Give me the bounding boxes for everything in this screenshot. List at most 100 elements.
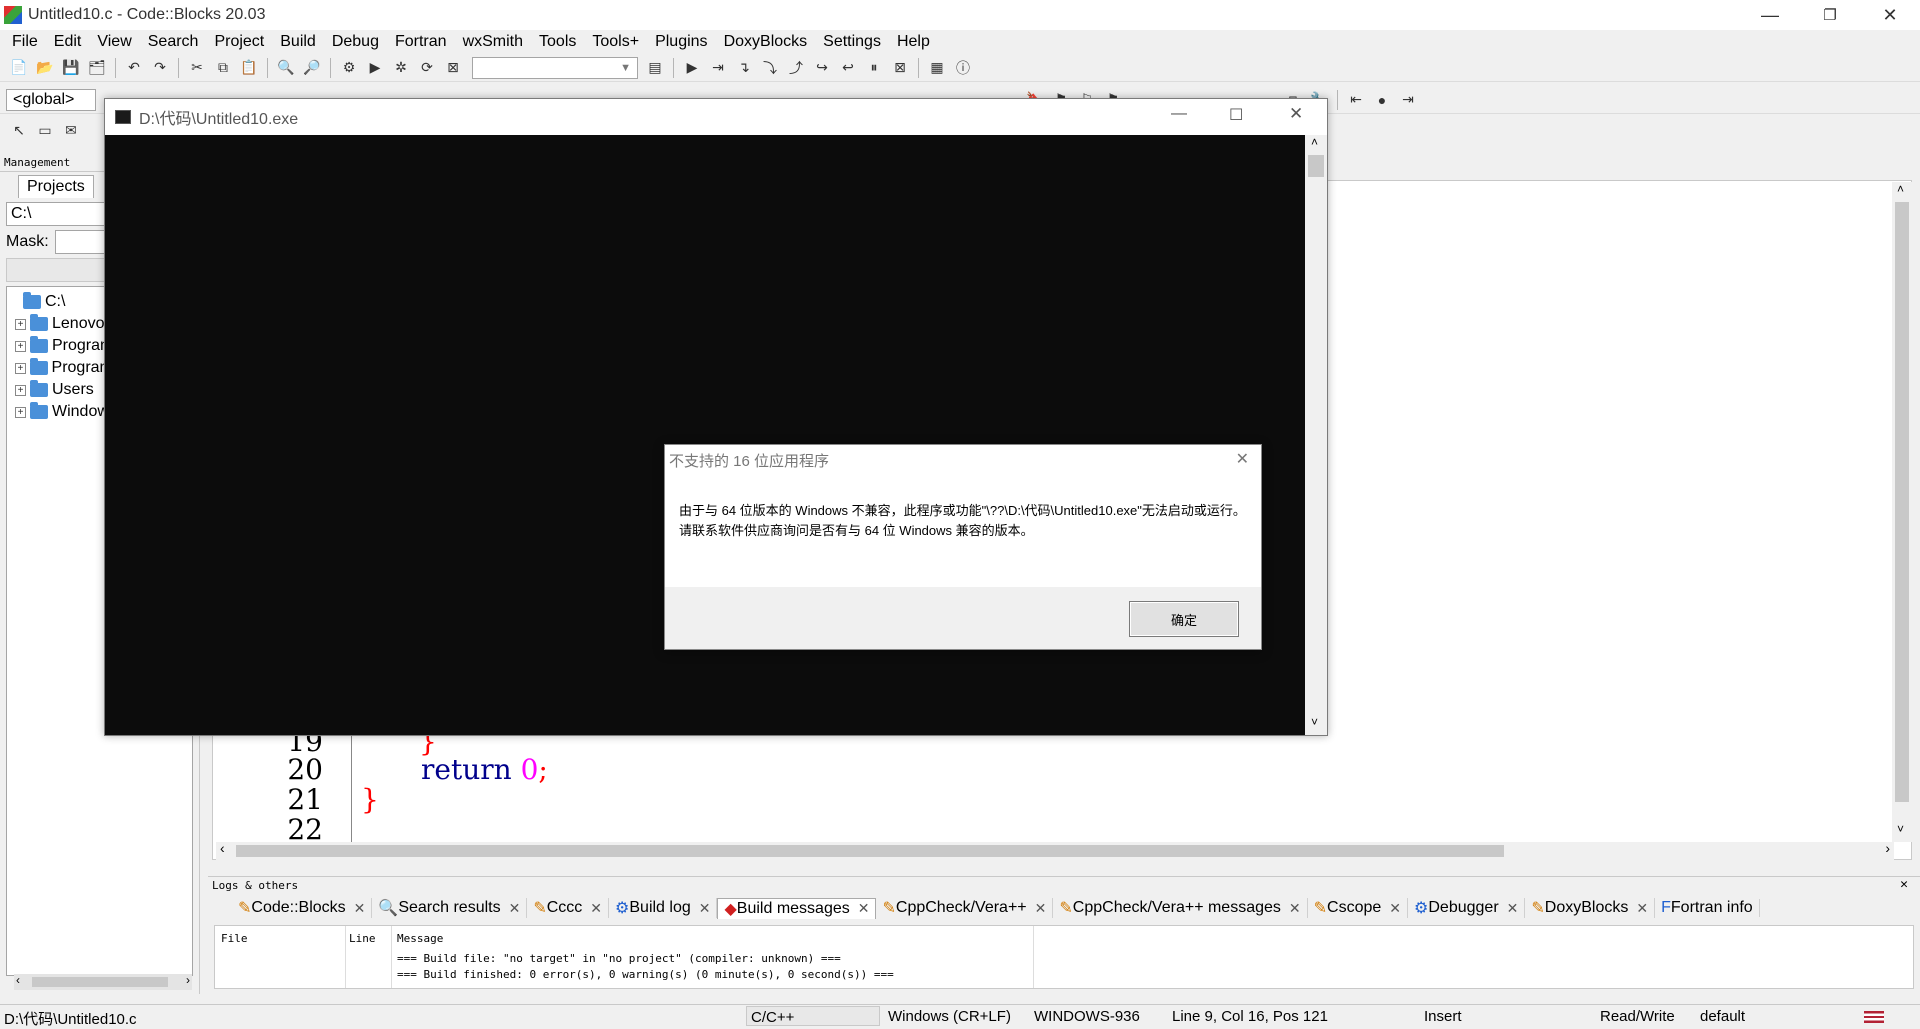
next-instruction-icon[interactable]: ↪ <box>811 57 833 79</box>
menu-view[interactable]: View <box>89 33 139 51</box>
expand-icon[interactable]: + <box>15 406 26 418</box>
console-maximize-button[interactable]: ☐ <box>1229 105 1243 125</box>
close-tab-icon[interactable]: ✕ <box>1507 900 1519 917</box>
logs-close-icon[interactable]: ✕ <box>1900 877 1908 892</box>
open-file-icon[interactable]: 📂 <box>34 57 56 79</box>
scroll-right-icon[interactable]: › <box>1885 840 1890 856</box>
envelope-icon[interactable]: ✉ <box>60 119 82 141</box>
tab-projects[interactable]: Projects <box>18 175 94 198</box>
run-icon[interactable]: ▶ <box>364 57 386 79</box>
build-message-row[interactable]: === Build finished: 0 error(s), 0 warnin… <box>397 968 894 981</box>
close-tab-icon[interactable]: ✕ <box>1389 900 1401 917</box>
scroll-down-icon[interactable]: ˅ <box>1311 715 1318 729</box>
tab-search-results[interactable]: 🔍 Search results ✕ <box>372 898 528 918</box>
scroll-up-icon[interactable]: ˄ <box>1897 182 1904 196</box>
scroll-right-icon[interactable]: › <box>186 973 190 987</box>
info-icon[interactable]: ⓘ <box>952 57 974 79</box>
dialog-close-button[interactable]: ✕ <box>1236 449 1249 469</box>
build-gear-icon[interactable]: ⚙ <box>338 57 360 79</box>
menu-project[interactable]: Project <box>206 33 272 51</box>
run-to-cursor-icon[interactable]: ⇥ <box>707 57 729 79</box>
console-close-button[interactable]: ✕ <box>1289 104 1303 124</box>
scroll-up-icon[interactable]: ˄ <box>1311 135 1318 149</box>
step-into-instruction-icon[interactable]: ↩ <box>837 57 859 79</box>
close-tab-icon[interactable]: ✕ <box>590 900 602 917</box>
scroll-left-icon[interactable]: ‹ <box>220 840 225 856</box>
build-target-combo[interactable]: ▼ <box>472 56 638 79</box>
expand-icon[interactable]: + <box>15 340 26 352</box>
tab-cscope[interactable]: ✎ Cscope ✕ <box>1308 898 1409 918</box>
close-tab-icon[interactable]: ✕ <box>1035 900 1047 917</box>
pointer-icon[interactable]: ↖ <box>8 119 30 141</box>
menu-edit[interactable]: Edit <box>46 33 90 51</box>
rebuild-icon[interactable]: ⟳ <box>416 57 438 79</box>
save-all-icon[interactable]: 🗂 <box>86 57 108 79</box>
scroll-down-icon[interactable]: ˅ <box>1897 822 1904 836</box>
scope-combo[interactable]: <global> <box>6 88 96 111</box>
minimize-button[interactable]: — <box>1740 0 1800 30</box>
target-options-icon[interactable]: ▤ <box>644 57 666 79</box>
status-language[interactable]: C/C++ <box>746 1006 880 1026</box>
replace-icon[interactable]: 🔎 <box>301 57 323 79</box>
menu-file[interactable]: File <box>4 33 46 51</box>
hscroll-thumb[interactable] <box>236 845 1504 857</box>
close-tab-icon[interactable]: ✕ <box>858 900 870 917</box>
editor-vscrollbar[interactable]: ˄ ˅ <box>1892 182 1912 842</box>
vscroll-thumb[interactable] <box>1895 202 1909 802</box>
menu-tools[interactable]: Tools <box>531 33 584 51</box>
rectangle-icon[interactable]: ▭ <box>34 119 56 141</box>
jump-back-icon[interactable]: ⇤ <box>1345 89 1367 111</box>
jump-dot-icon[interactable]: ● <box>1371 89 1393 111</box>
next-line-icon[interactable]: ↴ <box>733 57 755 79</box>
close-tab-icon[interactable]: ✕ <box>1289 900 1301 917</box>
menu-search[interactable]: Search <box>140 33 207 51</box>
language-flag-icon[interactable] <box>1864 1011 1884 1023</box>
cut-icon[interactable]: ✂ <box>186 57 208 79</box>
console-scroll-thumb[interactable] <box>1308 155 1324 177</box>
find-icon[interactable]: 🔍 <box>275 57 297 79</box>
menu-wxsmith[interactable]: wxSmith <box>455 33 531 51</box>
tab-build-log[interactable]: ⚙ Build log ✕ <box>609 898 718 918</box>
tab-fortran-info[interactable]: F Fortran info <box>1655 899 1760 917</box>
paste-icon[interactable]: 📋 <box>238 57 260 79</box>
tab-cppcheck[interactable]: ✎ CppCheck/Vera++ ✕ <box>876 898 1054 918</box>
expand-icon[interactable]: + <box>15 384 26 396</box>
new-file-icon[interactable]: 📄 <box>8 57 30 79</box>
menu-build[interactable]: Build <box>272 33 324 51</box>
menu-fortran[interactable]: Fortran <box>387 33 455 51</box>
copy-icon[interactable]: ⧉ <box>212 57 234 79</box>
menu-help[interactable]: Help <box>889 33 938 51</box>
close-button[interactable]: ✕ <box>1860 0 1920 30</box>
undo-icon[interactable]: ↶ <box>123 57 145 79</box>
tab-debugger[interactable]: ⚙ Debugger ✕ <box>1408 898 1526 918</box>
expand-icon[interactable]: + <box>15 362 26 374</box>
menu-doxyblocks[interactable]: DoxyBlocks <box>716 33 816 51</box>
jump-forward-icon[interactable]: ⇥ <box>1397 89 1419 111</box>
console-vscrollbar[interactable]: ˄ ˅ <box>1305 135 1327 735</box>
tab-doxyblocks[interactable]: ✎ DoxyBlocks ✕ <box>1525 898 1656 918</box>
close-tab-icon[interactable]: ✕ <box>1636 900 1648 917</box>
tab-build-messages[interactable]: ◆ Build messages ✕ <box>717 897 877 919</box>
scroll-left-icon[interactable]: ‹ <box>16 973 20 987</box>
step-into-icon[interactable]: ⤵ <box>759 57 781 79</box>
menu-tools-plus[interactable]: Tools+ <box>584 33 647 51</box>
ok-button[interactable]: 确定 <box>1129 601 1239 637</box>
menu-debug[interactable]: Debug <box>324 33 387 51</box>
console-minimize-button[interactable]: — <box>1171 105 1187 123</box>
close-tab-icon[interactable]: ✕ <box>354 900 366 917</box>
redo-icon[interactable]: ↷ <box>149 57 171 79</box>
editor-hscrollbar[interactable]: ‹ › <box>216 840 1894 860</box>
scroll-thumb[interactable] <box>32 977 168 987</box>
menu-plugins[interactable]: Plugins <box>647 33 715 51</box>
stop-debug-icon[interactable]: ⊠ <box>889 57 911 79</box>
pause-icon[interactable]: ⏸ <box>863 57 885 79</box>
close-tab-icon[interactable]: ✕ <box>509 900 521 917</box>
abort-icon[interactable]: ⊠ <box>442 57 464 79</box>
tab-cppcheck-messages[interactable]: ✎ CppCheck/Vera++ messages ✕ <box>1053 898 1308 918</box>
close-tab-icon[interactable]: ✕ <box>699 900 711 917</box>
restore-button[interactable]: ❐ <box>1800 0 1860 30</box>
debug-windows-icon[interactable]: ▦ <box>926 57 948 79</box>
tree-hscrollbar[interactable]: ‹ › <box>14 973 192 990</box>
debug-start-icon[interactable]: ▶ <box>681 57 703 79</box>
build-run-icon[interactable]: ✲ <box>390 57 412 79</box>
